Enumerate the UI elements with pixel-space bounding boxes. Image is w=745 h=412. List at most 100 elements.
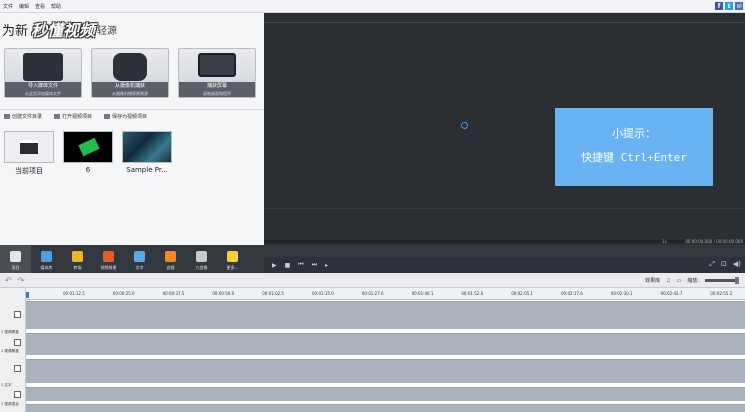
capture-camera-button[interactable]: 从摄像机捕获 从摄像机捕获视频源 [91,48,169,98]
start-panel: 为新 秒懂视频 轻源 导入媒体文件 从这里添加媒体文件 从摄像机捕获 从摄像机捕获视… [0,13,264,245]
main-toolbar: 项目 媒体库 转场 视频效果 文字 滤镜 九宫格 更多... [0,245,264,273]
timeline-header: ↶ ↷ 效果库 ♫ ▭ 缩放: [0,273,745,288]
capture-camera-subtitle: 从摄像机捕获视频源 [112,91,148,96]
facebook-icon[interactable]: f [715,2,723,10]
project-bar: 创建文件目录 打开视频项目 保存为视频项目 [4,113,147,120]
timeline-track[interactable] [26,404,745,412]
mail-icon[interactable]: ✉ [735,2,743,10]
toolbar-tool-2[interactable]: 转场 [62,245,93,273]
create-folder-button[interactable]: 创建文件目录 [4,113,42,120]
timeline-track[interactable] [26,301,745,329]
tool-icon [103,251,114,262]
undo-icon[interactable]: ↶ [5,276,12,285]
preview-divider [264,208,745,209]
ruler-tick: 00:00:25.0 [112,291,135,296]
preview-divider [264,22,745,23]
track-visibility-icon[interactable] [14,311,21,318]
video-editor-window: 文件 编辑 查看 帮助 f t ✉ 为新 秒懂视频 轻源 导入媒体文件 从这里添加… [0,0,745,412]
clapperboard-icon [20,140,38,154]
toolbar-tool-3[interactable]: 视频效果 [93,245,124,273]
ruler-tick: 00:01:27.6 [361,291,384,296]
ruler-tick: 00:02:30.1 [610,291,633,296]
playhead[interactable] [26,292,29,298]
media-item-current-project[interactable]: 当前项目 [4,131,54,176]
display-icon[interactable]: ▭ [677,278,682,284]
toolbar-tool-5[interactable]: 滤镜 [155,245,186,273]
quick-actions: 导入媒体文件 从这里添加媒体文件 从摄像机捕获 从摄像机捕获视频源 捕获屏幕 录制桌面… [4,48,256,98]
menu-view[interactable]: 查看 [35,3,45,10]
divider [0,109,264,110]
menu-file[interactable]: 文件 [3,3,13,10]
media-item-sample[interactable]: Sample Pr... [122,131,172,176]
tool-label: 滤镜 [166,265,175,270]
ruler-tick: 00:02:05.1 [511,291,533,296]
snapshot-icon[interactable]: ⊡ [721,260,727,269]
play-icon[interactable]: ▶ [272,262,277,269]
time-display: 00:00:00.000 / 00:00:00.000 [685,239,743,244]
tool-label: 九宫格 [195,265,208,270]
tool-icon [10,251,21,262]
import-media-title: 导入媒体文件 [27,83,58,89]
volume-icon[interactable]: ◀) [733,260,741,269]
twitter-icon[interactable]: t [725,2,733,10]
next-icon[interactable]: ⏭ [312,261,317,269]
stop-icon[interactable]: ■ [285,262,291,269]
save-project-button[interactable]: 保存为视频项目 [104,113,147,120]
ruler-tick: 00:00:50.0 [212,291,235,296]
audio-icon[interactable]: ♫ [666,278,670,284]
zoom-label: 缩放: [687,278,699,284]
toolbar-tool-7[interactable]: 更多... [217,245,248,273]
fullscreen-icon[interactable]: ⤢ [709,260,715,269]
media-item-6[interactable]: 6 [63,131,113,176]
text-track-icon[interactable] [14,391,21,398]
preview-window: 小提示： 快捷键 Ctrl+Enter 1x 00:00:00.000 / 00… [264,13,745,245]
save-icon [104,114,111,119]
menu-edit[interactable]: 编辑 [19,3,29,10]
ruler-tick: 00:00:37.5 [162,291,185,296]
capture-screen-button[interactable]: 捕获屏幕 录制桌面和程序 [178,48,256,98]
folder-open-icon [54,114,61,119]
ruler-tick: 00:01:15.0 [312,291,334,296]
redo-icon[interactable]: ↷ [18,276,25,285]
zoom-slider[interactable] [705,277,739,284]
open-project-label: 打开视频项目 [62,114,93,120]
menu-help[interactable]: 帮助 [51,3,61,10]
save-project-label: 保存为视频项目 [112,114,148,120]
tool-icon [72,251,83,262]
tool-icon [196,251,207,262]
toolbar-tool-1[interactable]: 媒体库 [31,245,62,273]
ruler-tick: 00:02:17.6 [561,291,583,296]
toolbar-strip [264,245,745,257]
capture-screen-title: 捕获屏幕 [206,83,227,89]
import-media-subtitle: 从这里添加媒体文件 [25,91,61,96]
tool-label: 媒体库 [40,265,53,270]
track-label: 1 视频覆盖 [1,330,19,334]
open-project-button[interactable]: 打开视频项目 [54,113,92,120]
timeline-track[interactable] [26,359,745,383]
sample-thumbnail [122,131,172,163]
ruler-tick: 00:01:02.5 [262,291,284,296]
tool-icon [134,251,145,262]
effects-library-button[interactable]: 效果库 [645,277,660,284]
track-lock-icon[interactable] [14,339,21,346]
toolbar-tool-4[interactable]: 文字 [124,245,155,273]
track-lock-icon[interactable] [14,365,21,372]
timeline-track[interactable] [26,387,745,401]
watermark-prefix: 为新 [2,23,29,39]
toolbar-tool-0[interactable]: 项目 [0,245,31,273]
tool-label: 视频效果 [100,265,117,270]
tool-label: 项目 [11,265,20,270]
tool-icon [227,251,238,262]
watermark-suffix: 轻源 [97,25,118,37]
step-icon[interactable]: ▸ [325,262,328,269]
tip-title: 小提示： [612,127,656,140]
timeline-track[interactable] [26,333,745,355]
toolbar-tool-6[interactable]: 九宫格 [186,245,217,273]
loading-spinner-icon [461,122,468,129]
seek-bar[interactable] [264,240,745,243]
track-label: 1 视频混合 [1,402,19,406]
previous-icon[interactable]: ⏮ [298,261,303,269]
import-media-button[interactable]: 导入媒体文件 从这里添加媒体文件 [4,48,82,98]
timeline-ruler[interactable]: 00:01:12.5 00:00:25.0 00:00:37.5 00:00:50.0… [26,288,745,300]
preview-zoom[interactable]: 1x [662,239,667,244]
